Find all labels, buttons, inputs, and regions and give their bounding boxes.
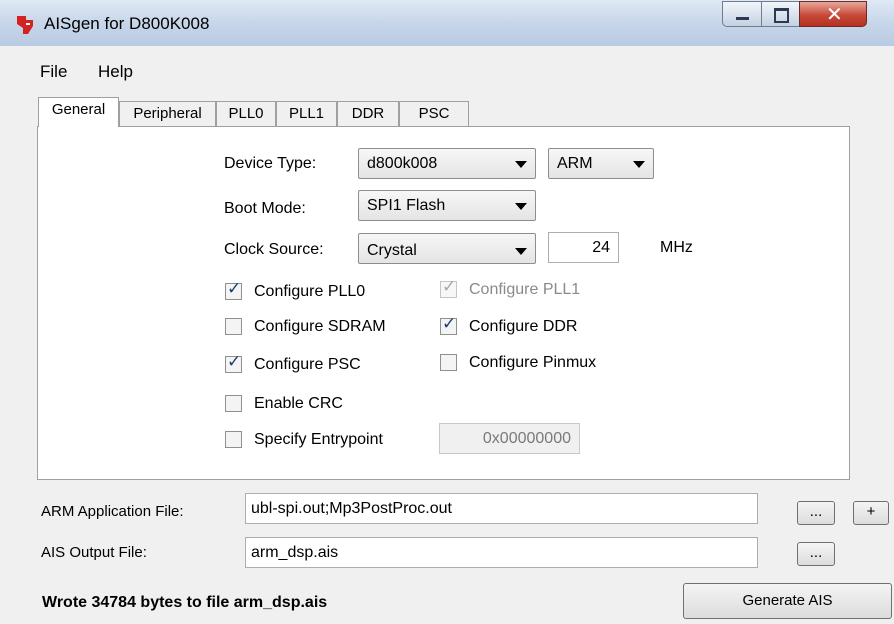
configure-pinmux-checkbox[interactable] [440, 354, 457, 371]
arm-app-add-button[interactable]: + [853, 501, 889, 525]
clock-frequency-input[interactable]: 24 [548, 232, 619, 263]
configure-pll1-label: Configure PLL1 [469, 281, 581, 298]
entrypoint-value: 0x00000000 [482, 430, 571, 447]
tab-ddr[interactable]: DDR [337, 101, 399, 127]
configure-psc-label: Configure PSC [254, 356, 361, 373]
ais-output-browse-button[interactable]: ... [797, 542, 835, 566]
menu-bar: File Help [0, 58, 894, 86]
tab-pll1[interactable]: PLL1 [276, 101, 337, 127]
close-icon: ✕ [826, 2, 843, 26]
specify-entrypoint-label: Specify Entrypoint [254, 431, 383, 448]
title-bar[interactable]: AISgen for D800K008 ✕ [0, 0, 894, 46]
window-title: AISgen for D800K008 [44, 14, 210, 33]
configure-pll0-checkbox[interactable]: ✓ [225, 279, 242, 300]
device-type-label: Device Type: [224, 155, 317, 172]
configure-pll1-checkbox: ✓ [440, 277, 457, 298]
clock-unit-label: MHz [660, 239, 693, 256]
device-type-select[interactable]: d800k008 [358, 148, 536, 179]
ais-output-file-label: AIS Output File: [41, 544, 147, 561]
configure-psc-checkbox[interactable]: ✓ [225, 352, 242, 373]
tab-peripheral[interactable]: Peripheral [119, 101, 216, 127]
boot-mode-label: Boot Mode: [224, 200, 306, 217]
arm-app-browse-button[interactable]: ... [797, 501, 835, 525]
minimize-button[interactable] [722, 1, 762, 27]
menu-file[interactable]: File [40, 62, 67, 82]
clock-source-value: Crystal [367, 242, 417, 259]
checkmark-icon: ✓ [442, 314, 457, 334]
clock-frequency-value: 24 [592, 239, 610, 256]
checkmark-icon: ✓ [227, 279, 242, 299]
close-button[interactable]: ✕ [799, 1, 867, 27]
maximize-icon [774, 8, 789, 23]
chevron-down-icon [515, 203, 527, 210]
clock-source-select[interactable]: Crystal [358, 233, 536, 264]
configure-ddr-checkbox[interactable]: ✓ [440, 314, 457, 335]
clock-source-label: Clock Source: [224, 241, 324, 258]
boot-mode-value: SPI1 Flash [367, 197, 446, 214]
core-value: ARM [557, 155, 593, 172]
arm-app-file-label: ARM Application File: [41, 503, 184, 520]
configure-ddr-label: Configure DDR [469, 318, 578, 335]
ais-output-file-value: arm_dsp.ais [251, 544, 339, 561]
enable-crc-label: Enable CRC [254, 395, 343, 412]
checkmark-icon: ✓ [442, 277, 457, 297]
configure-pll0-label: Configure PLL0 [254, 283, 366, 300]
menu-help[interactable]: Help [98, 62, 133, 82]
configure-sdram-label: Configure SDRAM [254, 318, 386, 335]
device-type-value: d800k008 [367, 155, 438, 172]
maximize-button[interactable] [761, 1, 800, 27]
configure-pinmux-label: Configure Pinmux [469, 354, 597, 371]
boot-mode-select[interactable]: SPI1 Flash [358, 190, 536, 221]
chevron-down-icon [515, 248, 527, 255]
chevron-down-icon [633, 161, 645, 168]
specify-entrypoint-checkbox[interactable] [225, 431, 242, 448]
configure-sdram-checkbox[interactable] [225, 318, 242, 335]
tab-psc[interactable]: PSC [399, 101, 469, 127]
entrypoint-input: 0x00000000 [439, 423, 580, 454]
generate-ais-button[interactable]: Generate AIS [683, 583, 892, 619]
ti-logo-icon [17, 16, 33, 34]
tab-general[interactable]: General [38, 97, 119, 127]
core-select[interactable]: ARM [548, 148, 654, 179]
chevron-down-icon [515, 161, 527, 168]
checkmark-icon: ✓ [227, 352, 242, 372]
arm-app-file-input[interactable]: ubl-spi.out;Mp3PostProc.out [245, 493, 758, 524]
status-message: Wrote 34784 bytes to file arm_dsp.ais [42, 594, 328, 611]
enable-crc-checkbox[interactable] [225, 395, 242, 412]
tab-pll0[interactable]: PLL0 [216, 101, 276, 127]
minimize-icon [736, 17, 749, 20]
aisgen-window: AISgen for D800K008 ✕ File Help General … [0, 0, 894, 624]
ais-output-file-input[interactable]: arm_dsp.ais [245, 537, 758, 568]
arm-app-file-value: ubl-spi.out;Mp3PostProc.out [251, 500, 452, 517]
